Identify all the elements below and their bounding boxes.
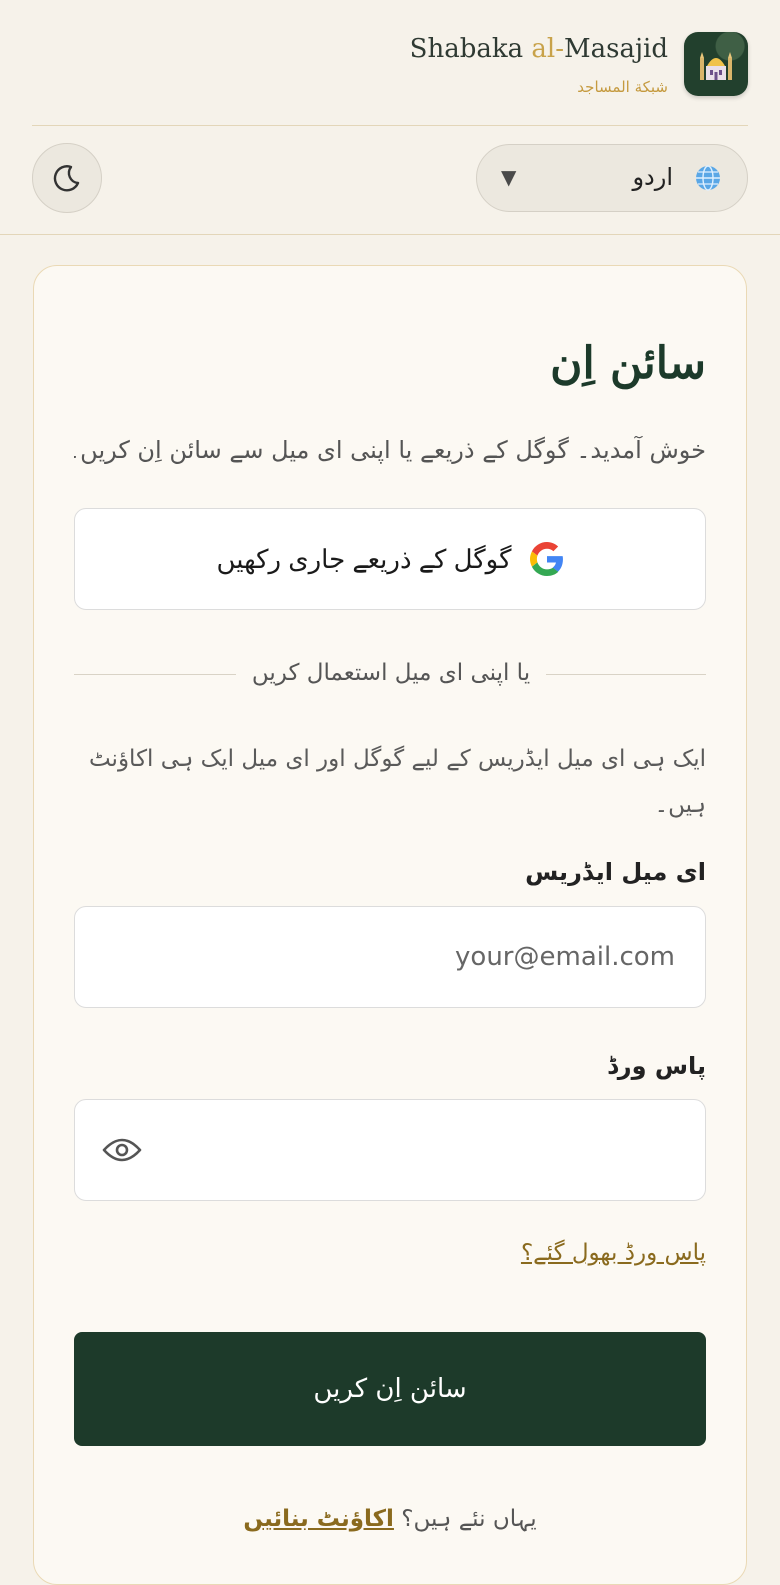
brand-name: Shabaka al-Masajid [409,34,668,64]
divider-line [74,674,236,675]
page-title: سائن اِن [550,338,706,389]
theme-toggle-button[interactable] [32,143,102,213]
password-input[interactable] [74,1099,706,1201]
app-header: Shabaka al-Masajid شبكة المساجد [0,0,780,126]
eye-icon [102,1138,142,1162]
app-logo[interactable] [684,32,748,96]
moon-icon [53,165,80,192]
page-subtitle: خوش آمدید۔ گوگل کے ذریعے یا اپنی ای میل … [74,436,706,464]
google-signin-label: گوگل کے ذریعے جاری رکھیں [216,543,512,574]
email-label: ای میل ایڈریس [525,858,706,886]
google-icon [529,542,563,576]
signup-prompt: یہاں نئے ہیں؟ [401,1506,537,1532]
brand-subtitle: شبكة المساجد [577,78,668,96]
signup-row: یہاں نئے ہیں؟ اکاؤنٹ بنائیں [0,1506,780,1532]
header-divider [32,125,748,126]
globe-icon [696,165,720,191]
chevron-down-icon: ▼ [501,165,517,189]
toolbar-divider [0,234,780,235]
language-select[interactable]: ▼ اردو [476,144,748,212]
forgot-password-link[interactable]: پاس ورڈ بھول گئے؟ [521,1240,706,1266]
email-input[interactable] [74,906,706,1008]
account-note: ایک ہی ای میل ایڈریس کے لیے گوگل اور ای … [88,746,706,818]
mosque-icon [700,52,732,80]
signin-submit-button[interactable]: سائن اِن کریں [74,1332,706,1446]
language-selected-label: اردو [632,163,673,191]
brand[interactable]: Shabaka al-Masajid شبكة المساجد [410,34,668,96]
google-signin-button[interactable]: گوگل کے ذریعے جاری رکھیں [74,508,706,610]
password-label: پاس ورڈ [607,1052,706,1080]
show-password-button[interactable] [100,1130,144,1170]
divider-line [546,674,706,675]
divider-text: یا اپنی ای میل استعمال کریں [251,660,531,686]
create-account-link[interactable]: اکاؤنٹ بنائیں [243,1506,394,1532]
